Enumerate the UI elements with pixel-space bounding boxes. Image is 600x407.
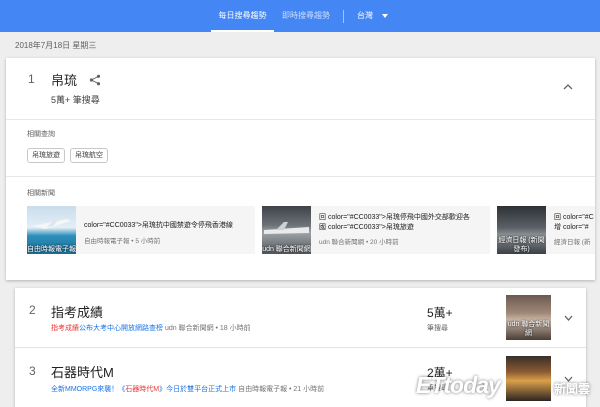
news-title[interactable]: color="#CC0033">帛琉抗中國禁遊令停飛香港線 bbox=[84, 221, 233, 231]
trend-rank: 1 bbox=[28, 72, 35, 86]
query-chip[interactable]: 帛琉旅遊 bbox=[27, 148, 65, 163]
news-source: udn 聯合新聞網 • 18 小時前 bbox=[164, 325, 251, 332]
thumbnail-caption: 經濟日報 (新聞發布) bbox=[498, 237, 545, 253]
thumbnail-caption: udn 聯合新聞網 bbox=[262, 246, 311, 253]
news-source: 經濟日報 (新 bbox=[554, 239, 591, 246]
news-card[interactable]: 自由時報電子報 color="#CC0033">帛琉抗中國禁遊令停飛香港線 自由… bbox=[27, 206, 255, 254]
related-keyword[interactable]: 石器時代M bbox=[125, 386, 159, 393]
thumbnail-caption: 自由時報電子報 bbox=[27, 246, 76, 253]
search-count: 5萬+ 筆搜尋 bbox=[51, 95, 100, 105]
chevron-up-icon[interactable] bbox=[563, 84, 573, 90]
divider bbox=[343, 10, 344, 23]
trend-rank: 2 bbox=[29, 303, 36, 317]
news-thumbnail: udn 聯合新聞網 bbox=[506, 295, 551, 340]
news-card[interactable]: udn 聯合新聞網 回 color="#CC0033">帛琉停飛中國外交部歡迎各… bbox=[262, 206, 490, 254]
related-news-line[interactable]: 全新MMORPG來襲！《石器時代M》今日於雙平台正式上市 自由時報電子報 • 2… bbox=[51, 384, 324, 394]
news-source: 自由時報電子報 • 21 小時前 bbox=[238, 386, 325, 393]
region-select[interactable]: 台灣 bbox=[357, 0, 373, 32]
divider bbox=[15, 347, 586, 348]
related-headline[interactable]: 》今日於雙平台正式上市 bbox=[159, 386, 236, 393]
top-bar: 每日搜尋趨勢 即時搜尋趨勢 台灣 bbox=[0, 0, 600, 32]
tab-daily-trends[interactable]: 每日搜尋趨勢 bbox=[211, 0, 274, 32]
trend-card-expanded: 1 帛琉 5萬+ 筆搜尋 相關查詢 帛琉旅遊 帛琉航空 相關新聞 自由時報電子報… bbox=[6, 58, 595, 280]
news-thumbnail: 經濟日報 (新聞發布) bbox=[497, 206, 546, 254]
news-thumbnail: udn 聯合新聞網 bbox=[262, 206, 311, 254]
trend-rank: 3 bbox=[29, 364, 36, 378]
trend-title[interactable]: 石器時代M bbox=[51, 362, 114, 381]
divider bbox=[6, 119, 595, 120]
watermark-logo: ETtoday bbox=[416, 372, 501, 398]
related-headline[interactable]: 公布大考中心開放網路查榜 bbox=[79, 325, 163, 332]
news-title-line[interactable]: 國 color="#CC0033">帛琉旅遊 bbox=[319, 223, 414, 233]
news-card[interactable]: 經濟日報 (新聞發布) 回 color="#C 增 color="# 經濟日報 … bbox=[497, 206, 595, 254]
news-thumbnail: 自由時報電子報 bbox=[27, 206, 76, 254]
date-heading: 2018年7月18日 星期三 bbox=[15, 41, 97, 50]
news-title-line[interactable]: 增 color="# bbox=[554, 223, 589, 233]
trend-title[interactable]: 指考成績 bbox=[51, 302, 103, 321]
related-keyword[interactable]: 指考成績 bbox=[51, 325, 79, 332]
thumbnail-caption: udn 聯合新聞網 bbox=[507, 321, 550, 337]
news-title[interactable]: 回 color="#C bbox=[554, 213, 594, 223]
share-icon[interactable] bbox=[89, 74, 101, 86]
search-count: 5萬+ bbox=[427, 306, 453, 320]
chevron-down-icon[interactable] bbox=[564, 315, 573, 321]
news-title[interactable]: 回 color="#CC0033">帛琉停飛中國外交部歡迎各 bbox=[319, 213, 470, 223]
related-headline[interactable]: 全新MMORPG來襲！《 bbox=[51, 386, 125, 393]
ettoday-watermark: ETtoday 新聞雲 bbox=[416, 372, 596, 402]
news-source: 自由時報電子報 • 5 小時前 bbox=[84, 238, 161, 245]
divider bbox=[6, 176, 595, 177]
query-chip[interactable]: 帛琉航空 bbox=[70, 148, 108, 163]
news-source: udn 聯合新聞網 • 20 小時前 bbox=[319, 239, 399, 246]
search-count-label: 筆搜尋 bbox=[427, 325, 448, 332]
watermark-text: 新聞雲 bbox=[554, 382, 591, 396]
related-news-line[interactable]: 指考成績公布大考中心開放網路查榜 udn 聯合新聞網 • 18 小時前 bbox=[51, 323, 251, 333]
chevron-down-icon[interactable] bbox=[382, 14, 388, 18]
trend-title[interactable]: 帛琉 bbox=[51, 70, 77, 89]
related-queries-label: 相關查詢 bbox=[27, 131, 55, 138]
tab-realtime-trends[interactable]: 即時搜尋趨勢 bbox=[276, 0, 336, 32]
related-news-label: 相關新聞 bbox=[27, 190, 55, 197]
